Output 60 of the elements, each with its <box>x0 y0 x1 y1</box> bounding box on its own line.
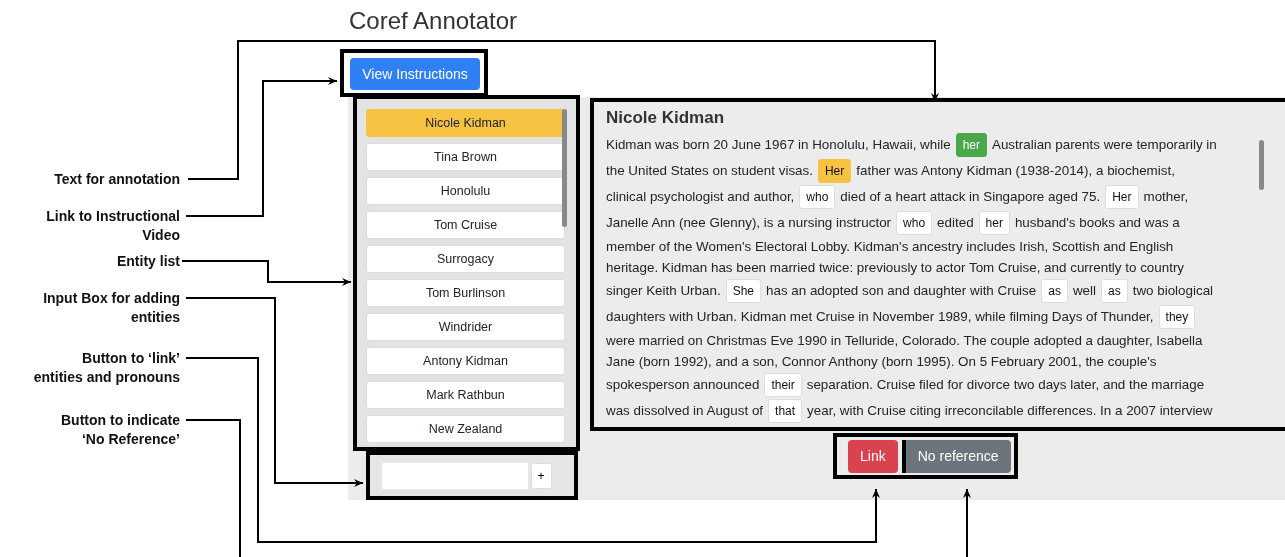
passage-text: spokesperson announced <box>606 376 760 394</box>
pronoun-token[interactable]: they <box>1158 305 1196 329</box>
callout-label: Entity list <box>117 252 180 271</box>
entity-item[interactable]: New Zealand <box>366 415 565 443</box>
passage-text: Janelle Ann (nee Glenny), is a nursing instructor <box>606 214 892 232</box>
passage-text: Jane (born 1992), and a son, Connor Anthony (born 1995). On 5 February 2001, the couple's <box>606 352 1157 371</box>
add-button[interactable]: + <box>530 462 552 489</box>
passage-text: Australian parents were temporarily in <box>992 136 1217 154</box>
passage-text: was dissolved in August of <box>606 402 764 420</box>
link-button[interactable]: Link <box>848 439 898 473</box>
entity-item[interactable]: Windrider <box>366 313 565 341</box>
pronoun-token[interactable]: who <box>896 211 933 235</box>
passage-text: two biological <box>1132 282 1214 300</box>
pronoun-token[interactable]: her <box>978 211 1010 235</box>
no-reference-button[interactable]: No reference <box>901 439 1011 473</box>
entity-item[interactable]: Mark Rathbun <box>366 381 565 409</box>
callout-label: Text for annotation <box>54 170 180 189</box>
passage-text: year, with Cruise citing irreconcilable differences. In a 2007 interview <box>807 402 1213 420</box>
passage-heading: Nicole Kidman <box>606 108 726 128</box>
passage-text: the United States on student visas. <box>606 162 813 180</box>
entity-item[interactable]: Antony Kidman <box>366 347 565 375</box>
callout-label: Link to Instructional Video <box>46 207 180 245</box>
pronoun-token[interactable]: Her <box>817 159 852 183</box>
passage-text: husband's books and was a <box>1014 214 1180 232</box>
pronoun-token[interactable]: that <box>768 399 803 423</box>
passage-text: mother, <box>1143 188 1189 206</box>
app-title: Coref Annotator <box>348 6 519 36</box>
entity-item[interactable]: Tom Cruise <box>366 211 565 239</box>
passage-text: heritage. Kidman has been married twice: previously to actor Tom Cruise, and currently to country <box>606 258 1185 277</box>
pronoun-token[interactable]: Her <box>1105 185 1139 209</box>
passage-text: well <box>1072 282 1096 300</box>
pronoun-token[interactable]: as <box>1041 279 1068 303</box>
entity-item[interactable]: Honolulu <box>366 177 565 205</box>
callout-label: Input Box for adding entities <box>43 289 180 327</box>
passage-text: daughters with Urban. Kidman met Cruise in November 1989, while filming Days of Thunder, <box>606 308 1154 326</box>
scrollbar[interactable] <box>562 109 567 227</box>
passage-text: member of the Women's Electoral Lobby. Kidman's ancestry includes Irish, Scottish and English <box>606 237 1174 256</box>
passage-text: edited <box>937 214 974 232</box>
passage-text: clinical psychologist and author, <box>606 188 795 206</box>
pronoun-token[interactable]: She <box>725 279 761 303</box>
scrollbar[interactable] <box>1259 140 1264 190</box>
pronoun-token[interactable]: as <box>1101 279 1128 303</box>
entity-item[interactable]: Nicole Kidman <box>366 109 565 137</box>
pronoun-token[interactable]: who <box>799 185 836 209</box>
view-instructions-button[interactable]: View Instructions <box>350 58 480 90</box>
passage-text: father was Antony Kidman (1938-2014), a biochemist, <box>856 162 1175 180</box>
entity-item[interactable]: Surrogacy <box>366 245 565 273</box>
entity-item[interactable]: Tom Burlinson <box>366 279 565 307</box>
entity-input-field[interactable] <box>381 462 528 489</box>
passage-text: has an adopted son and daughter with Cruise <box>766 282 1037 300</box>
callout-label: Button to indicate ‘No Reference’ <box>61 411 180 449</box>
passage-text: separation. Cruise filed for divorce two days later, and the marriage <box>806 376 1205 394</box>
passage-text: Kidman was born 20 June 1967 in Honolulu, Hawaii, while <box>606 136 951 154</box>
leader-line <box>963 488 971 557</box>
callout-label: Button to ‘link’ entities and pronouns <box>33 349 180 387</box>
entity-item[interactable]: Tina Brown <box>366 143 565 171</box>
pronoun-token[interactable]: their <box>764 373 802 397</box>
passage-text: singer Keith Urban. <box>606 282 721 300</box>
passage-text: were married on Christmas Eve 1990 in Telluride, Colorado. The couple adopted a daughter, Isabella <box>606 331 1203 350</box>
passage-text: died of a heart attack in Singapore aged 75. <box>840 188 1101 206</box>
